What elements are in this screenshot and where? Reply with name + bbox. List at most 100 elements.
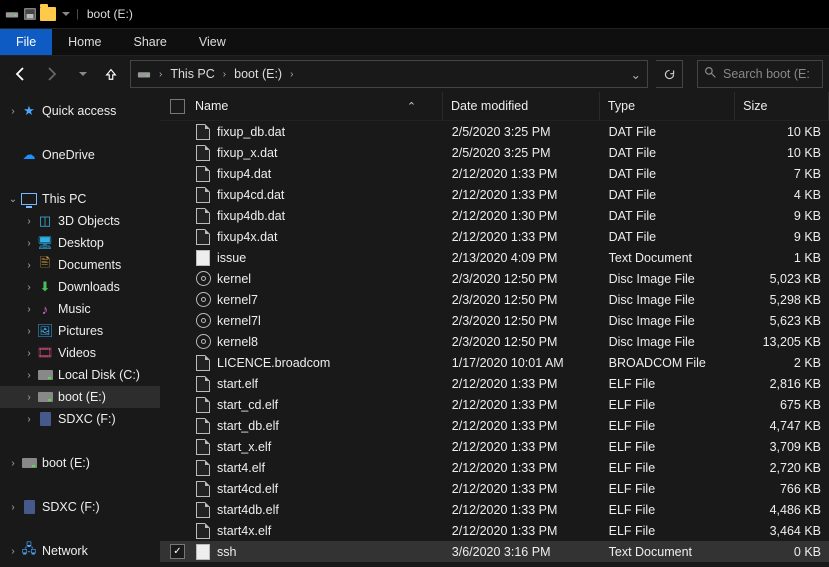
- sidebar-label: SDXC (F:): [58, 412, 116, 426]
- table-row[interactable]: ssh3/6/2020 3:16 PMText Document0 KB: [160, 541, 829, 562]
- sidebar-label: Quick access: [42, 104, 116, 118]
- chevron-right-icon[interactable]: ›: [155, 69, 166, 80]
- chevron-right-icon[interactable]: ›: [286, 69, 297, 80]
- table-row[interactable]: start4.elf2/12/2020 1:33 PMELF File2,720…: [160, 457, 829, 478]
- file-size: 675 KB: [736, 398, 829, 412]
- sidebar-label: 3D Objects: [58, 214, 120, 228]
- qat-more-icon[interactable]: [62, 12, 70, 16]
- file-size: 5,623 KB: [736, 314, 829, 328]
- title-bar: | boot (E:): [0, 0, 829, 28]
- ribbon: File Home Share View: [0, 28, 829, 55]
- file-date: 2/12/2020 1:33 PM: [444, 461, 601, 475]
- sidebar-item-boot-e[interactable]: ›boot (E:): [0, 386, 160, 408]
- file-name: start_cd.elf: [217, 398, 278, 412]
- sort-asc-icon: ⌃: [407, 100, 416, 113]
- breadcrumb-this-pc[interactable]: This PC: [166, 67, 218, 81]
- table-row[interactable]: issue2/13/2020 4:09 PMText Document1 KB: [160, 247, 829, 268]
- file-type: Disc Image File: [601, 335, 736, 349]
- column-size[interactable]: Size: [735, 92, 829, 120]
- sidebar-item-pictures[interactable]: ›🖼Pictures: [0, 320, 160, 342]
- file-date: 2/12/2020 1:30 PM: [444, 209, 601, 223]
- file-name: start_x.elf: [217, 440, 271, 454]
- table-row[interactable]: start_db.elf2/12/2020 1:33 PMELF File4,7…: [160, 415, 829, 436]
- table-row[interactable]: start_cd.elf2/12/2020 1:33 PMELF File675…: [160, 394, 829, 415]
- sidebar-label: Music: [58, 302, 91, 316]
- table-row[interactable]: LICENCE.broadcom1/17/2020 10:01 AMBROADC…: [160, 352, 829, 373]
- save-icon[interactable]: [22, 6, 38, 22]
- table-row[interactable]: kernel72/3/2020 12:50 PMDisc Image File5…: [160, 289, 829, 310]
- column-type[interactable]: Type: [600, 92, 735, 120]
- column-name[interactable]: Name ⌃: [160, 92, 443, 120]
- table-row[interactable]: start_x.elf2/12/2020 1:33 PMELF File3,70…: [160, 436, 829, 457]
- drive-icon: [36, 370, 54, 380]
- sidebar-item-videos[interactable]: ›🎞Videos: [0, 342, 160, 364]
- sidebar-item-music[interactable]: ›♪Music: [0, 298, 160, 320]
- sidebar-item-sdxc-f-dup[interactable]: ›SDXC (F:): [0, 496, 160, 518]
- table-row[interactable]: start4x.elf2/12/2020 1:33 PMELF File3,46…: [160, 520, 829, 541]
- desktop-icon: 🖥: [36, 235, 54, 251]
- file-list[interactable]: Name ⌃ Date modified Type Size fixup_db.…: [160, 92, 829, 567]
- table-row[interactable]: start.elf2/12/2020 1:33 PMELF File2,816 …: [160, 373, 829, 394]
- file-icon: [196, 481, 210, 497]
- sidebar-item-quick-access[interactable]: › ★ Quick access: [0, 100, 160, 122]
- select-all-checkbox[interactable]: [170, 99, 185, 114]
- table-row[interactable]: kernel82/3/2020 12:50 PMDisc Image File1…: [160, 331, 829, 352]
- search-icon: [704, 66, 717, 82]
- file-type: ELF File: [601, 461, 736, 475]
- sidebar-item-local-disk-c[interactable]: ›Local Disk (C:): [0, 364, 160, 386]
- column-label: Size: [743, 99, 767, 113]
- table-row[interactable]: fixup4cd.dat2/12/2020 1:33 PMDAT File4 K…: [160, 184, 829, 205]
- breadcrumb-boot[interactable]: boot (E:): [230, 67, 286, 81]
- table-row[interactable]: fixup_db.dat2/5/2020 3:25 PMDAT File10 K…: [160, 121, 829, 142]
- sidebar-item-network[interactable]: ›🖧Network: [0, 540, 160, 562]
- nav-recent-button[interactable]: [70, 63, 92, 85]
- sidebar-label: Desktop: [58, 236, 104, 250]
- chevron-right-icon[interactable]: ›: [6, 106, 20, 117]
- row-checkbox[interactable]: [170, 544, 185, 559]
- sidebar-item-this-pc[interactable]: ⌄ This PC: [0, 188, 160, 210]
- file-date: 2/12/2020 1:33 PM: [444, 377, 601, 391]
- search-input[interactable]: Search boot (E:: [697, 60, 823, 88]
- file-name: fixup_db.dat: [217, 125, 285, 139]
- qat-folder-icon[interactable]: [40, 6, 56, 22]
- nav-back-button[interactable]: [10, 63, 32, 85]
- file-date: 2/12/2020 1:33 PM: [444, 419, 601, 433]
- sidebar-item-boot-e-dup[interactable]: ›boot (E:): [0, 452, 160, 474]
- nav-forward-button[interactable]: [40, 63, 62, 85]
- table-row[interactable]: fixup4.dat2/12/2020 1:33 PMDAT File7 KB: [160, 163, 829, 184]
- download-icon: ⬇: [36, 279, 54, 295]
- ribbon-tab-view[interactable]: View: [183, 29, 242, 55]
- sidebar-item-documents[interactable]: ›🖹Documents: [0, 254, 160, 276]
- sidebar-item-sdxc-f[interactable]: ›SDXC (F:): [0, 408, 160, 430]
- sidebar-item-3d-objects[interactable]: ›◫3D Objects: [0, 210, 160, 232]
- address-icon: [131, 67, 155, 81]
- chevron-right-icon[interactable]: ›: [219, 69, 230, 80]
- refresh-button[interactable]: [656, 60, 683, 88]
- sidebar-item-desktop[interactable]: ›🖥Desktop: [0, 232, 160, 254]
- table-row[interactable]: kernel2/3/2020 12:50 PMDisc Image File5,…: [160, 268, 829, 289]
- disc-icon: [196, 313, 211, 328]
- sidebar-item-onedrive[interactable]: ☁ OneDrive: [0, 144, 160, 166]
- ribbon-tab-home[interactable]: Home: [52, 29, 117, 55]
- ribbon-tab-file[interactable]: File: [0, 29, 52, 55]
- table-row[interactable]: fixup4x.dat2/12/2020 1:33 PMDAT File9 KB: [160, 226, 829, 247]
- file-date: 2/3/2020 12:50 PM: [444, 272, 601, 286]
- file-type: ELF File: [601, 503, 736, 517]
- chevron-down-icon[interactable]: ⌄: [6, 194, 20, 205]
- nav-up-button[interactable]: [100, 63, 122, 85]
- table-row[interactable]: kernel7l2/3/2020 12:50 PMDisc Image File…: [160, 310, 829, 331]
- column-label: Type: [608, 99, 635, 113]
- table-row[interactable]: start4db.elf2/12/2020 1:33 PMELF File4,4…: [160, 499, 829, 520]
- sidebar-label: boot (E:): [58, 390, 106, 404]
- ribbon-tab-share[interactable]: Share: [118, 29, 183, 55]
- address-dropdown-icon[interactable]: ⌄: [631, 67, 641, 82]
- address-bar[interactable]: › This PC › boot (E:) › ⌄: [130, 60, 648, 88]
- table-row[interactable]: fixup_x.dat2/5/2020 3:25 PMDAT File10 KB: [160, 142, 829, 163]
- file-size: 1 KB: [736, 251, 829, 265]
- file-type: ELF File: [601, 482, 736, 496]
- table-row[interactable]: fixup4db.dat2/12/2020 1:30 PMDAT File9 K…: [160, 205, 829, 226]
- sidebar-item-downloads[interactable]: ›⬇Downloads: [0, 276, 160, 298]
- column-date[interactable]: Date modified: [443, 92, 600, 120]
- table-row[interactable]: start4cd.elf2/12/2020 1:33 PMELF File766…: [160, 478, 829, 499]
- file-size: 13,205 KB: [736, 335, 829, 349]
